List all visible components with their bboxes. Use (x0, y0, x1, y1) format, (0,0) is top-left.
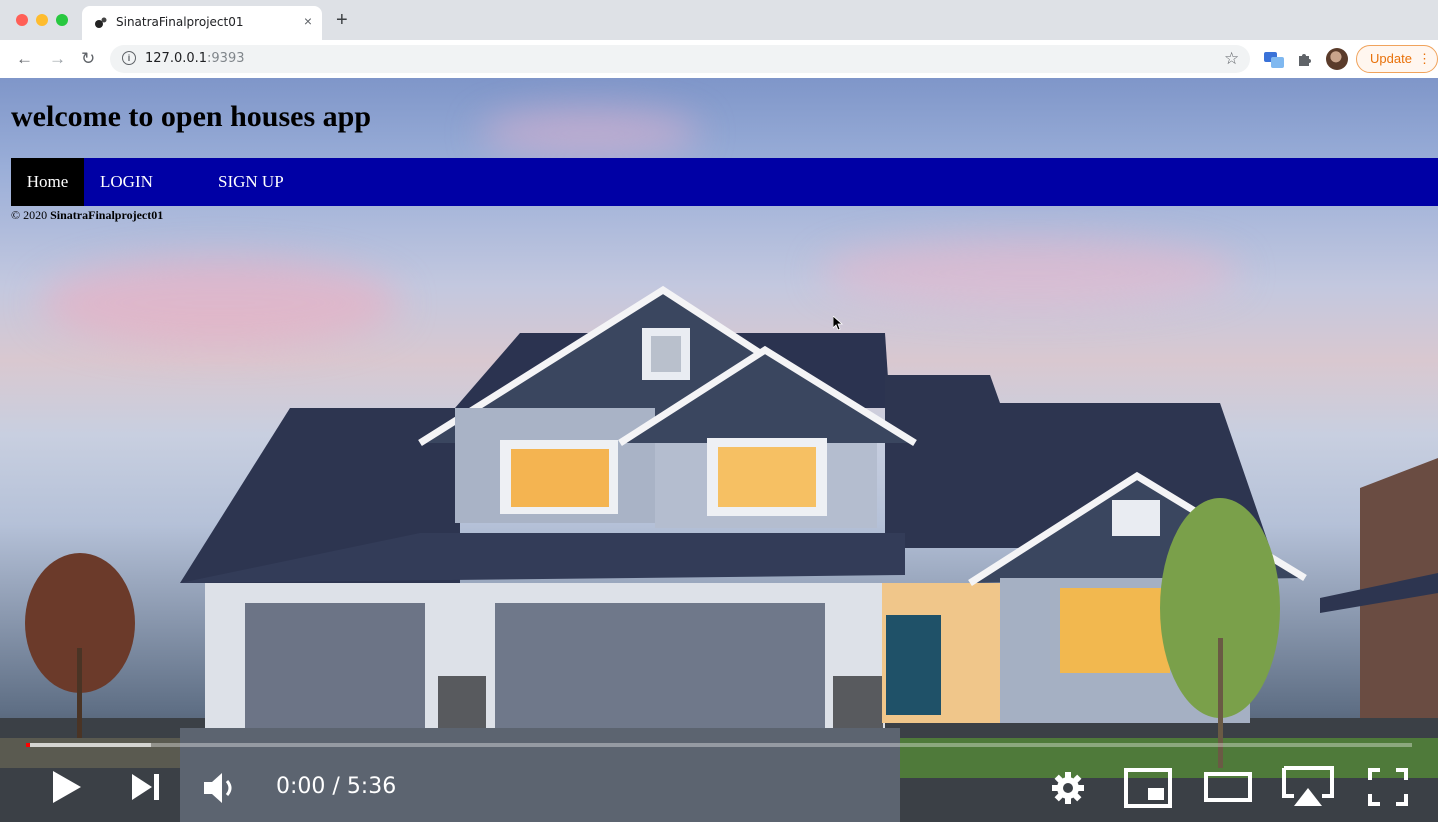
settings-gear-icon[interactable] (1050, 770, 1086, 806)
url-text: 127.0.0.1:9393 (145, 51, 245, 66)
address-bar[interactable]: i 127.0.0.1:9393 (110, 45, 1250, 73)
back-button[interactable]: ← (16, 49, 33, 69)
miniplayer-icon[interactable] (1124, 768, 1172, 808)
update-button[interactable]: Update ⋮ (1356, 45, 1438, 73)
minimize-window-dot[interactable] (36, 14, 48, 26)
nav-login-link[interactable]: LOGIN (100, 158, 153, 206)
puzzle-extensions-icon[interactable] (1296, 51, 1313, 68)
browser-tabstrip: SinatraFinalproject01 × + (0, 0, 1438, 40)
sinatra-favicon-icon (95, 17, 107, 28)
close-window-dot[interactable] (16, 14, 28, 26)
time-total: 5:36 (346, 774, 397, 799)
video-progress-buffered (26, 743, 151, 747)
airplay-icon[interactable] (1282, 766, 1334, 808)
theater-mode-icon[interactable] (1204, 770, 1252, 806)
update-label: Update (1370, 51, 1412, 66)
maximize-window-dot[interactable] (56, 14, 68, 26)
footer-project-name: SinatraFinalproject01 (50, 208, 164, 222)
video-time-display: 0:00 / 5:36 (276, 774, 397, 799)
web-page: welcome to open houses app Home LOGIN SI… (0, 78, 1438, 822)
page-title: welcome to open houses app (11, 100, 372, 133)
video-progress-played (26, 743, 30, 747)
forward-button[interactable]: → (49, 49, 66, 69)
more-menu-icon[interactable]: ⋮ (1418, 46, 1431, 72)
mouse-cursor-icon (833, 316, 843, 330)
site-navbar: Home LOGIN SIGN UP (11, 158, 1438, 206)
time-current: 0:00 (276, 774, 326, 799)
fullscreen-icon[interactable] (1368, 768, 1408, 806)
site-info-icon[interactable]: i (122, 51, 136, 65)
tab-title: SinatraFinalproject01 (116, 15, 244, 29)
video-progress-track[interactable] (26, 743, 1412, 747)
nav-home-link[interactable]: Home (11, 158, 84, 206)
nav-signup-link[interactable]: SIGN UP (218, 158, 284, 206)
browser-toolbar: ← → ↻ i 127.0.0.1:9393 ☆ Update ⋮ (0, 40, 1438, 79)
volume-icon[interactable] (202, 770, 238, 806)
page-footer: © 2020 SinatraFinalproject01 (11, 208, 163, 223)
extension-icon[interactable] (1264, 52, 1284, 68)
browser-tab[interactable]: SinatraFinalproject01 × (82, 6, 322, 40)
next-icon[interactable] (130, 772, 162, 802)
reload-button[interactable]: ↻ (81, 49, 95, 69)
play-icon[interactable] (50, 768, 84, 806)
footer-copyright: © 2020 (11, 208, 51, 222)
bookmark-star-icon[interactable]: ☆ (1224, 49, 1239, 69)
new-tab-button[interactable]: + (336, 9, 348, 32)
tab-close-icon[interactable]: × (304, 13, 312, 29)
profile-avatar[interactable] (1326, 48, 1348, 70)
